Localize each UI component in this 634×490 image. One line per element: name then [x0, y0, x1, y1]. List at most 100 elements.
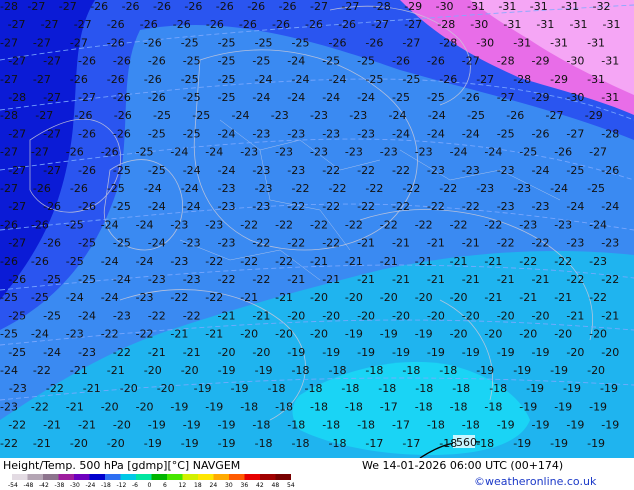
- contour-value-label: -19: [205, 400, 223, 413]
- contour-value-label: -27: [31, 146, 49, 159]
- contour-value-label: -31: [467, 0, 485, 13]
- contour-value-label: -21: [148, 346, 166, 359]
- contour-value-label: -22: [287, 200, 305, 213]
- contour-value-label: -19: [589, 400, 607, 413]
- colorbar-tick-label: -54: [8, 482, 18, 489]
- contour-value-label: -25: [181, 73, 199, 86]
- contour-value-label: -27: [404, 18, 422, 31]
- contour-value-label: -31: [561, 0, 579, 13]
- contour-value-label: -20: [484, 328, 502, 341]
- contour-value-label: -21: [275, 291, 293, 304]
- contour-value-label: -26: [338, 18, 356, 31]
- credit[interactable]: ©weatheronline.co.uk: [474, 475, 596, 488]
- contour-value-label: -32: [593, 0, 611, 13]
- contour-value-label: -26: [31, 218, 49, 231]
- geopotential-label: 560: [456, 436, 477, 449]
- contour-value-label: -25: [8, 346, 26, 359]
- contour-value-label: -18: [462, 419, 480, 432]
- contour-value-label: -31: [601, 55, 619, 68]
- colorbar-tick-label: -12: [117, 482, 127, 489]
- contour-value-label: -27: [8, 237, 26, 250]
- contour-value-label: -21: [66, 400, 84, 413]
- contour-value-label: -22: [240, 255, 258, 268]
- contour-value-label: -24: [144, 182, 162, 195]
- contour-value-label: -19: [345, 328, 363, 341]
- contour-value-label: -22: [380, 218, 398, 231]
- contour-value-label: -22: [345, 218, 363, 231]
- contour-value-label: -19: [519, 400, 537, 413]
- contour-value-label: -21: [205, 328, 223, 341]
- contour-value-label: -27: [566, 127, 584, 140]
- contour-value-label: -23: [113, 309, 131, 322]
- contour-value-label: -24: [148, 200, 166, 213]
- contour-value-label: -27: [476, 73, 494, 86]
- contour-value-label: -22: [554, 255, 572, 268]
- contour-value-label: -26: [107, 73, 125, 86]
- contour-value-label: -26: [101, 146, 119, 159]
- contour-value-label: -21: [392, 273, 410, 286]
- contour-value-label: -22: [0, 437, 18, 450]
- contour-value-label: -21: [357, 237, 375, 250]
- contour-value-label: -25: [218, 91, 236, 104]
- contour-value-label: -28: [8, 91, 26, 104]
- contour-value-label: -26: [506, 109, 524, 122]
- contour-value-label: -24: [566, 200, 584, 213]
- contour-value-label: -23: [252, 127, 270, 140]
- contour-value-label: -21: [183, 346, 201, 359]
- contour-value-label: -17: [392, 419, 410, 432]
- contour-value-label: -19: [513, 364, 531, 377]
- contour-value-label: -21: [357, 273, 375, 286]
- contour-value-label: -27: [43, 164, 61, 177]
- contour-value-label: -24: [550, 182, 568, 195]
- contour-value-label: -22: [329, 182, 347, 195]
- contour-value-label: -27: [497, 91, 515, 104]
- colorbar-tick-label: 54: [287, 482, 295, 489]
- contour-value-label: -24: [601, 200, 619, 213]
- contour-value-label: -26: [153, 0, 171, 13]
- contour-value-label: -28: [0, 109, 18, 122]
- contour-value-label: -26: [113, 55, 131, 68]
- contour-value-label: -20: [589, 328, 607, 341]
- contour-value-label: -18: [275, 400, 293, 413]
- contour-value-label: -21: [70, 364, 88, 377]
- contour-value-label: -24: [78, 309, 96, 322]
- contour-value-label: -22: [357, 164, 375, 177]
- contour-value-label: -21: [380, 255, 398, 268]
- colorbar-swatch: [58, 474, 74, 480]
- contour-value-label: -24: [287, 91, 305, 104]
- contour-value-label: -28: [0, 0, 18, 13]
- contour-value-label: -19: [497, 419, 515, 432]
- contour-value-label: -19: [587, 437, 605, 450]
- contour-value-label: -26: [107, 18, 125, 31]
- contour-value-label: -19: [462, 346, 480, 359]
- contour-value-label: -31: [603, 18, 621, 31]
- contour-value-label: -25: [497, 127, 515, 140]
- contour-value-label: -19: [183, 419, 201, 432]
- contour-value-label: -18: [476, 437, 494, 450]
- contour-value-label: -24: [287, 55, 305, 68]
- contour-value-label: -25: [0, 291, 18, 304]
- contour-value-label: -26: [75, 109, 93, 122]
- contour-value-label: -27: [341, 0, 359, 13]
- contour-value-label: -29: [532, 55, 550, 68]
- contour-value-label: -21: [43, 419, 61, 432]
- contour-value-label: -22: [287, 237, 305, 250]
- contour-value-label: -18: [489, 382, 507, 395]
- contour-value-label: -26: [148, 55, 166, 68]
- contour-value-label: -22: [101, 328, 119, 341]
- colorbar-swatch: [136, 474, 152, 480]
- contour-value-label: -18: [427, 419, 445, 432]
- contour-value-label: -25: [519, 146, 537, 159]
- contour-value-label: -24: [232, 109, 250, 122]
- contour-value-label: -18: [240, 400, 258, 413]
- colorbar-tick-label: 48: [272, 482, 280, 489]
- contour-value-label: -25: [78, 237, 96, 250]
- contour-value-label: -24: [427, 127, 445, 140]
- contour-value-label: -19: [566, 419, 584, 432]
- contour-value-label: -20: [70, 437, 88, 450]
- contour-value-label: -20: [101, 400, 119, 413]
- contour-value-label: -24: [329, 73, 347, 86]
- contour-value-label: -18: [402, 364, 420, 377]
- contour-value-label: -20: [113, 419, 131, 432]
- contour-value-label: -22: [292, 182, 310, 195]
